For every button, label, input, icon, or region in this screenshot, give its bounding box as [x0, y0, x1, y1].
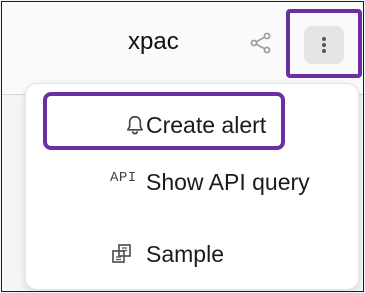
api-icon: API: [110, 170, 137, 186]
screenshot-frame: xpac Create alert API Show API query Sam…: [1, 1, 364, 292]
create-alert-highlight: [43, 92, 285, 150]
page-title: xpac: [128, 28, 179, 55]
top-bar: xpac: [2, 2, 363, 95]
more-button-highlight: [286, 9, 362, 78]
menu-item-label: Sample: [146, 241, 224, 267]
share-icon[interactable]: [249, 31, 273, 55]
sample-icon: [112, 244, 131, 263]
more-vertical-icon: [322, 37, 326, 53]
more-options-button[interactable]: [304, 26, 344, 64]
menu-item-label: Show API query: [146, 169, 310, 195]
